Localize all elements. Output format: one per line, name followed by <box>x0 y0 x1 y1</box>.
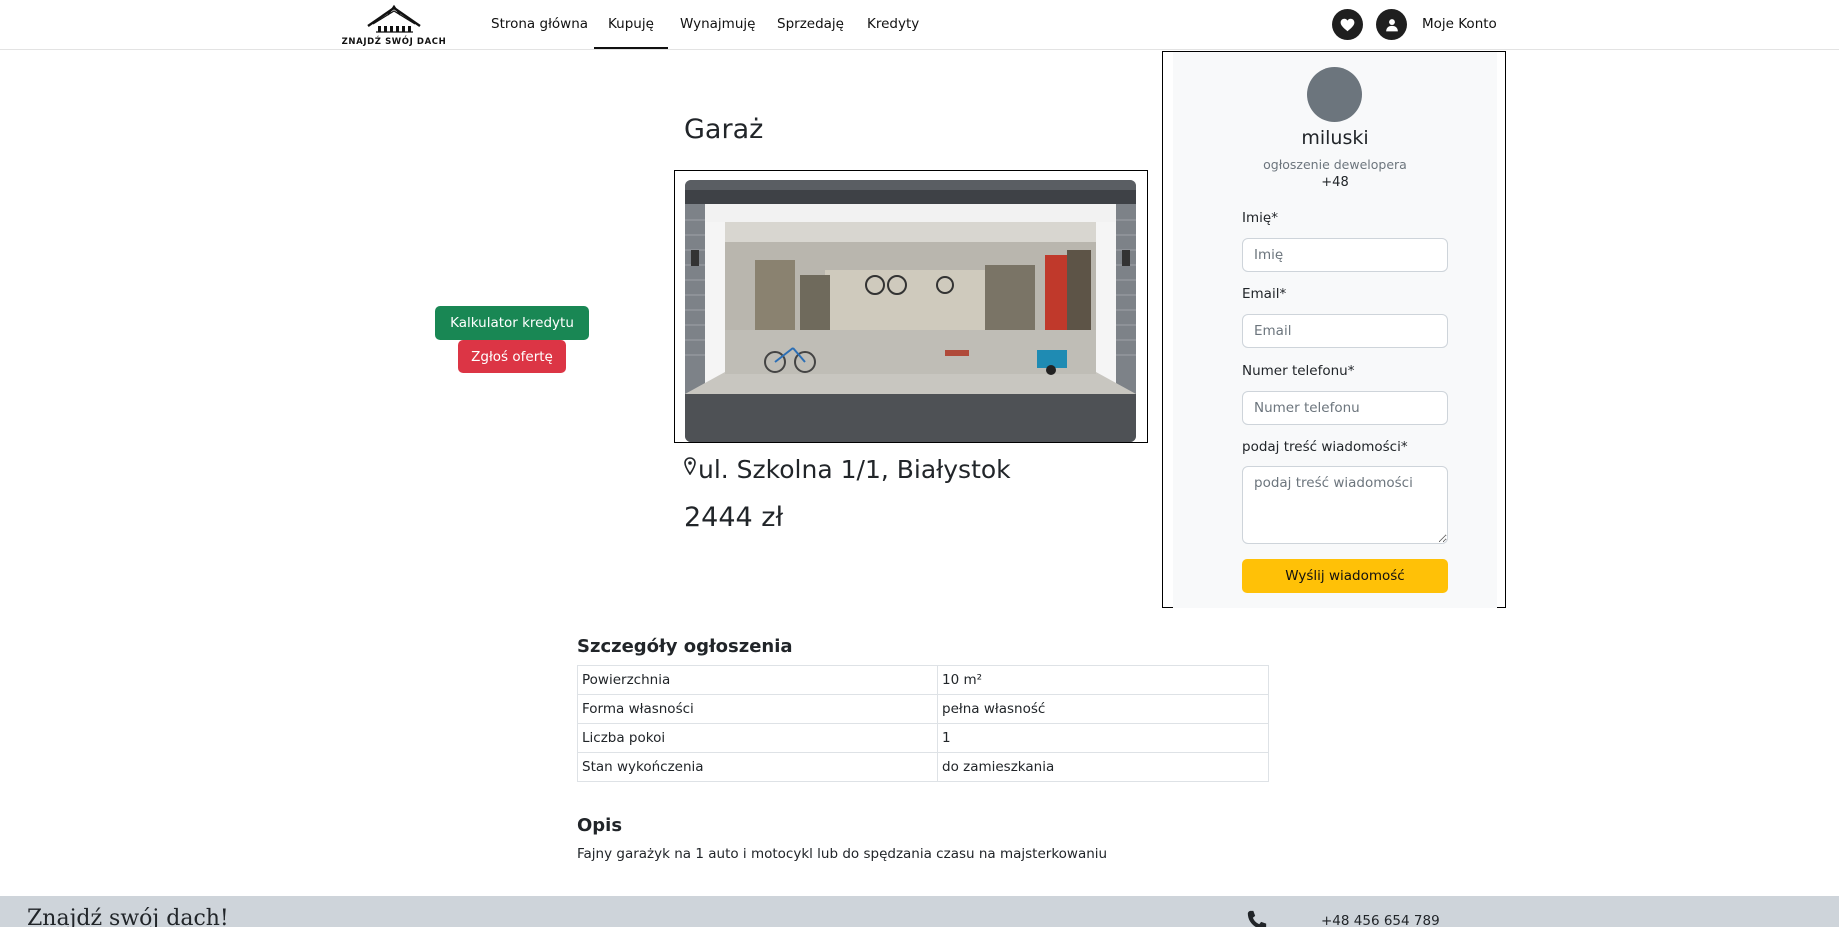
detail-value: 10 m² <box>937 665 1269 695</box>
address-text: ul. Szkolna 1/1, Białystok <box>698 455 1011 484</box>
send-message-button[interactable]: Wyślij wiadomość <box>1242 559 1448 593</box>
report-offer-button[interactable]: Zgłoś ofertę <box>458 340 566 373</box>
detail-value: pełna własność <box>937 694 1269 724</box>
listing-photo-frame <box>674 170 1148 443</box>
account-button[interactable] <box>1376 9 1407 40</box>
description-heading: Opis <box>577 815 623 836</box>
house-roof-logo-icon <box>367 4 421 33</box>
seller-phone: +48 <box>1321 175 1349 190</box>
email-label: Email* <box>1242 286 1287 302</box>
detail-value: do zamieszkania <box>937 752 1269 782</box>
user-icon <box>1385 18 1398 31</box>
listing-title: Garaż <box>684 114 764 145</box>
garage-photo-illustration <box>685 180 1136 442</box>
footer: Znajdź swój dach! +48 456 654 789 <box>0 896 1839 927</box>
contact-card: miluski ogłoszenie dewelopera +48 Imię* … <box>1173 52 1497 608</box>
nav-link-buy[interactable]: Kupuję <box>594 16 668 49</box>
details-heading: Szczegóły ogłoszenia <box>577 636 793 657</box>
message-textarea[interactable] <box>1242 466 1448 544</box>
detail-value: 1 <box>937 723 1269 753</box>
favorites-button[interactable] <box>1332 9 1363 40</box>
loan-calculator-button[interactable]: Kalkulator kredytu <box>435 306 589 340</box>
email-input[interactable] <box>1242 314 1448 348</box>
message-label: podaj treść wiadomości* <box>1242 439 1408 455</box>
detail-key: Forma własności <box>577 694 938 724</box>
phone-label: Numer telefonu* <box>1242 363 1355 379</box>
table-row: Powierzchnia 10 m² <box>577 665 1269 695</box>
nav-link-rent[interactable]: Wynajmuję <box>680 16 755 32</box>
my-account-link[interactable]: Moje Konto <box>1422 16 1497 32</box>
name-input[interactable] <box>1242 238 1448 272</box>
listing-price: 2444 zł <box>684 502 784 533</box>
site-logo[interactable]: ZNAJDŹ SWÓJ DACH <box>338 4 450 47</box>
nav-link-sell[interactable]: Sprzedaję <box>777 16 844 32</box>
map-pin-icon <box>684 457 696 475</box>
seller-name: miluski <box>1301 127 1369 149</box>
footer-phone: +48 456 654 789 <box>1321 913 1440 927</box>
garage-photo[interactable] <box>685 180 1136 442</box>
footer-brand: Znajdź swój dach! <box>27 906 229 927</box>
nav-link-home[interactable]: Strona główna <box>491 16 588 32</box>
table-row: Forma własności pełna własność <box>577 694 1269 724</box>
detail-key: Liczba pokoi <box>577 723 938 753</box>
phone-icon <box>1247 910 1267 927</box>
nav-link-loans[interactable]: Kredyty <box>867 16 919 32</box>
detail-key: Powierzchnia <box>577 665 938 695</box>
name-label: Imię* <box>1242 210 1278 226</box>
navbar: ZNAJDŹ SWÓJ DACH Strona główna Kupuję Wy… <box>0 0 1839 50</box>
description-text: Fajny garażyk na 1 auto i motocykl lub d… <box>577 846 1108 862</box>
details-table: Powierzchnia 10 m² Forma własności pełna… <box>577 665 1269 782</box>
table-row: Liczba pokoi 1 <box>577 723 1269 753</box>
phone-input[interactable] <box>1242 391 1448 425</box>
detail-key: Stan wykończenia <box>577 752 938 782</box>
seller-type: ogłoszenie dewelopera <box>1263 157 1407 172</box>
table-row: Stan wykończenia do zamieszkania <box>577 752 1269 782</box>
avatar <box>1307 67 1362 122</box>
listing-address: ul. Szkolna 1/1, Białystok <box>684 455 1011 484</box>
logo-text: ZNAJDŹ SWÓJ DACH <box>341 37 447 47</box>
heart-icon <box>1340 18 1355 31</box>
contact-panel: miluski ogłoszenie dewelopera +48 Imię* … <box>1162 51 1506 608</box>
